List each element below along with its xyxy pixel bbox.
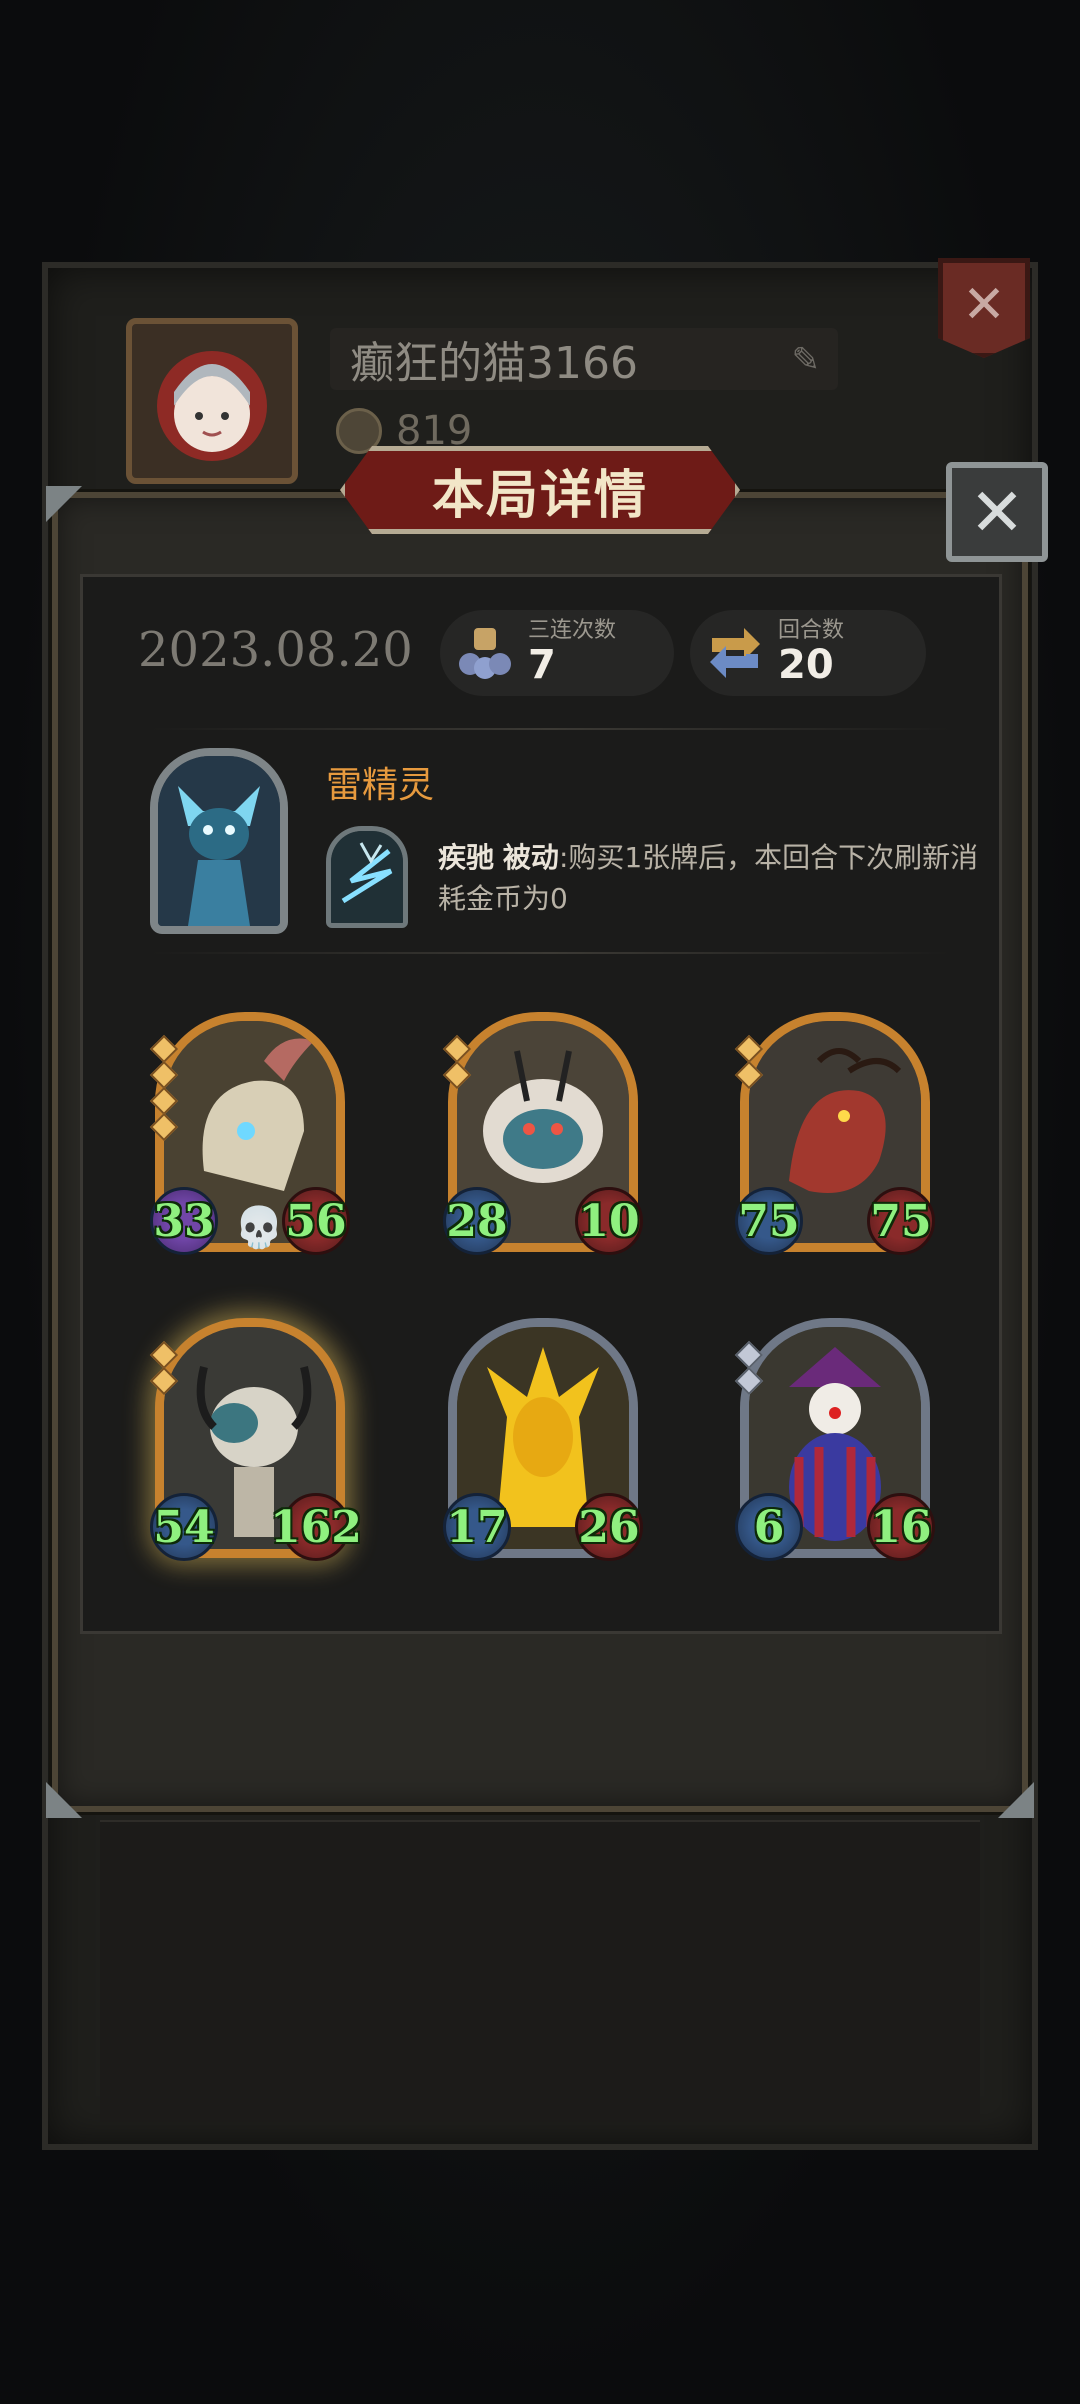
turns-value: 20 [778,642,834,689]
stack-icon [454,622,516,684]
hero-skill-description: 疾驰 被动:购买1张牌后，本回合下次刷新消耗金币为0 [438,838,994,919]
divider [150,952,950,954]
card-health: 10 [575,1187,643,1255]
tier-stars [734,1034,764,1090]
tier-stars [442,1034,472,1090]
card-health: 75 [867,1187,935,1255]
player-name: 癫狂的猫3166 [350,338,638,389]
card-health: 56 [282,1187,350,1255]
card-health: 16 [867,1493,935,1561]
card-attack: 33 [150,1187,218,1255]
turns-label: 回合数 [778,617,845,643]
modal-corner [46,486,82,522]
edit-name-icon[interactable]: ✎ [792,340,821,380]
card-attack: 17 [443,1493,511,1561]
minion-card[interactable]: 17 26 [443,1318,643,1561]
tier-stars [149,1340,179,1396]
profile-close-button[interactable]: ✕ [938,258,1030,358]
modal-title: 本局详情 [340,446,740,534]
minion-card[interactable]: 28 10 [442,1012,643,1255]
card-attack: 75 [735,1187,803,1255]
hero-name: 雷精灵 [326,765,435,806]
tier-stars [149,1034,179,1142]
modal-corner [998,1782,1034,1818]
modal-close-button[interactable]: ✕ [946,462,1048,562]
triples-value: 7 [528,642,556,689]
player-avatar [126,318,298,484]
card-health: 162 [270,1493,362,1561]
minion-card[interactable]: 33 💀 56 [149,1012,350,1255]
skull-icon: 💀 [234,1205,284,1251]
minion-card[interactable]: 54 162 [149,1318,362,1561]
thunder-sprite-icon [158,756,280,926]
hero-skill-icon[interactable] [326,826,408,928]
skill-name: 疾驰 [438,841,495,874]
card-attack: 54 [150,1493,218,1561]
turns-stat: 回合数 20 [690,610,926,696]
minion-card[interactable]: 75 75 [734,1012,935,1255]
avatar-girl-icon [157,351,267,461]
broken-glass-icon [331,831,403,923]
player-name-bar: 癫狂的猫3166 ✎ [330,328,838,390]
minion-card[interactable]: 6 16 [734,1318,935,1561]
triples-label: 三连次数 [528,617,617,643]
match-date: 2023.08.20 [138,622,413,678]
card-attack: 28 [443,1187,511,1255]
skill-type: 被动 [502,841,559,874]
triples-stat: 三连次数 7 [440,610,674,696]
card-attack: 6 [735,1493,803,1561]
divider [150,728,950,730]
hero-portrait [150,748,288,934]
card-health: 26 [575,1493,643,1561]
lower-panel [100,1820,980,2122]
cycle-arrows-icon [704,622,766,684]
tier-stars [734,1340,764,1396]
